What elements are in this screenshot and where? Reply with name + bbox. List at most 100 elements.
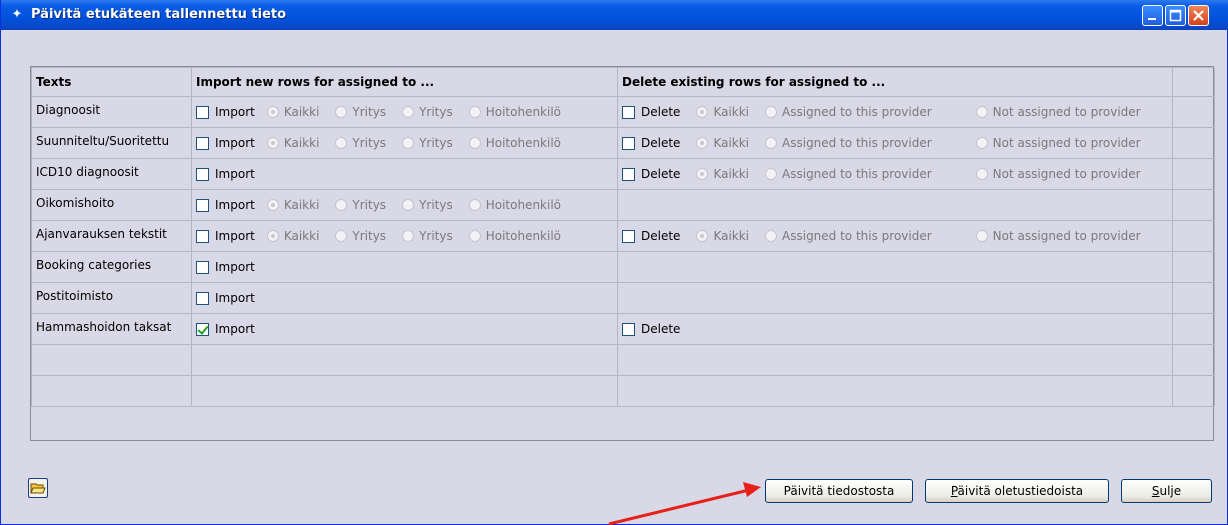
delete-radio-0[interactable]: Kaikki: [696, 167, 749, 181]
import-cell: Import Kaikki Yritys Yritys Hoitohenkilö: [191, 189, 618, 221]
extra-cell: [1172, 220, 1215, 252]
delete-radio-0[interactable]: Kaikki: [696, 229, 749, 243]
import-radio-2[interactable]: Yritys: [402, 198, 453, 212]
radio-circle: [402, 137, 415, 149]
import-radio-2[interactable]: Yritys: [402, 229, 453, 243]
app-icon: ✦: [11, 7, 23, 22]
import-checkbox[interactable]: Import: [196, 167, 255, 181]
import-radio-3[interactable]: Hoitohenkilö: [468, 105, 562, 119]
checkbox-box: [196, 167, 209, 181]
import-label: Import: [215, 229, 255, 243]
import-radio-0[interactable]: Kaikki: [266, 229, 319, 243]
import-checkbox[interactable]: Import: [196, 229, 255, 243]
minimize-icon: [1148, 18, 1156, 20]
radio-circle: [335, 199, 348, 211]
import-radio-2[interactable]: Yritys: [402, 136, 453, 150]
delete-radio-2[interactable]: Not assigned to provider: [975, 229, 1141, 243]
import-cell: Import Kaikki Yritys Yritys Hoitohenkilö: [191, 96, 618, 128]
delete-checkbox[interactable]: Delete: [622, 105, 680, 119]
import-radio-2[interactable]: Yritys: [402, 105, 453, 119]
radio-label: Not assigned to provider: [992, 167, 1141, 181]
close-window-button[interactable]: [1188, 5, 1209, 26]
radio-label: Yritys: [419, 136, 453, 150]
import-label: Import: [215, 291, 255, 305]
maximize-button[interactable]: [1165, 5, 1186, 26]
import-checkbox[interactable]: Import: [196, 291, 255, 305]
extra-cell: [1172, 189, 1215, 221]
header-extra: [1172, 67, 1215, 97]
radio-circle: [696, 230, 709, 242]
update-defaults-button[interactable]: Päivitä oletustiedoista: [925, 479, 1109, 503]
close-icon: [1193, 10, 1204, 21]
import-radio-0[interactable]: Kaikki: [266, 105, 319, 119]
table-row: Ajanvarauksen tekstit Import Kaikki Yritys Y…: [31, 220, 1215, 252]
table-row: Hammashoidon taksat Import Delete: [31, 313, 1215, 345]
delete-radio-1[interactable]: Assigned to this provider: [765, 167, 932, 181]
import-radio-3[interactable]: Hoitohenkilö: [468, 136, 562, 150]
radio-circle: [765, 137, 778, 149]
import-radio-3[interactable]: Hoitohenkilö: [468, 229, 561, 243]
radio-label: Assigned to this provider: [782, 105, 932, 119]
delete-checkbox[interactable]: Delete: [622, 229, 680, 243]
import-checkbox[interactable]: Import: [196, 322, 255, 336]
radio-label: Not assigned to provider: [992, 105, 1141, 119]
close-button[interactable]: Sulje: [1121, 479, 1212, 503]
radio-circle: [266, 137, 279, 149]
delete-radio-2[interactable]: Not assigned to provider: [975, 167, 1141, 181]
import-cell: Import: [191, 313, 618, 345]
radio-circle: [402, 199, 415, 211]
delete-radio-1[interactable]: Assigned to this provider: [765, 229, 932, 243]
import-radio-3[interactable]: Hoitohenkilö: [468, 198, 561, 212]
empty-cell: [31, 375, 192, 407]
import-checkbox[interactable]: Import: [196, 105, 255, 119]
radio-circle: [402, 230, 415, 242]
row-label: Hammashoidon taksat: [31, 313, 192, 345]
radio-circle: [402, 106, 415, 118]
delete-checkbox[interactable]: Delete: [622, 136, 680, 150]
extra-cell: [1172, 251, 1215, 283]
delete-label: Delete: [641, 136, 681, 150]
import-checkbox[interactable]: Import: [196, 136, 255, 150]
import-radio-0[interactable]: Kaikki: [266, 136, 320, 150]
open-folder-button[interactable]: [28, 478, 48, 498]
delete-checkbox[interactable]: Delete: [622, 167, 680, 181]
delete-radio-0[interactable]: Kaikki: [696, 136, 749, 150]
row-label: Postitoimisto: [31, 282, 192, 314]
delete-label: Delete: [641, 229, 681, 243]
delete-radio-1[interactable]: Assigned to this provider: [765, 136, 932, 150]
radio-label: Yritys: [352, 229, 387, 243]
import-checkbox[interactable]: Import: [196, 260, 255, 274]
radio-circle: [335, 230, 348, 242]
radio-label: Hoitohenkilö: [485, 105, 562, 119]
radio-circle: [765, 230, 778, 242]
import-radio-1[interactable]: Yritys: [335, 229, 386, 243]
delete-cell: [617, 251, 1173, 283]
import-radio-1[interactable]: Yritys: [335, 105, 386, 119]
row-label: Diagnoosit: [31, 96, 192, 128]
delete-radio-0[interactable]: Kaikki: [696, 105, 749, 119]
update-defaults-mnemonic: P: [950, 484, 958, 498]
import-checkbox[interactable]: Import: [196, 198, 255, 212]
delete-radio-1[interactable]: Assigned to this provider: [765, 105, 932, 119]
minimize-button[interactable]: [1142, 5, 1163, 26]
radio-label: Kaikki: [713, 136, 750, 150]
checkbox-box: [196, 105, 209, 119]
radio-circle: [335, 137, 348, 149]
delete-radio-2[interactable]: Not assigned to provider: [975, 136, 1141, 150]
row-label: Oikomishoito: [31, 189, 192, 221]
import-radio-0[interactable]: Kaikki: [266, 198, 319, 212]
delete-radio-2[interactable]: Not assigned to provider: [975, 105, 1141, 119]
import-radio-1[interactable]: Yritys: [335, 198, 386, 212]
delete-checkbox[interactable]: Delete: [622, 322, 680, 336]
radio-label: Kaikki: [283, 136, 320, 150]
import-cell: Import: [191, 158, 618, 190]
window-title: Päivitä etukäteen tallennettu tieto: [31, 7, 287, 22]
delete-label: Delete: [641, 167, 681, 181]
title-bar[interactable]: ✦ Päivitä etukäteen tallennettu tieto: [1, 0, 1228, 30]
radio-label: Hoitohenkilö: [485, 136, 562, 150]
update-from-file-button[interactable]: Päivitä tiedostosta: [765, 479, 913, 503]
radio-label: Assigned to this provider: [782, 136, 932, 150]
table-row: Oikomishoito Import Kaikki Yritys Yritys Hoit…: [31, 189, 1215, 221]
extra-cell: [1172, 158, 1215, 190]
import-radio-1[interactable]: Yritys: [335, 136, 386, 150]
